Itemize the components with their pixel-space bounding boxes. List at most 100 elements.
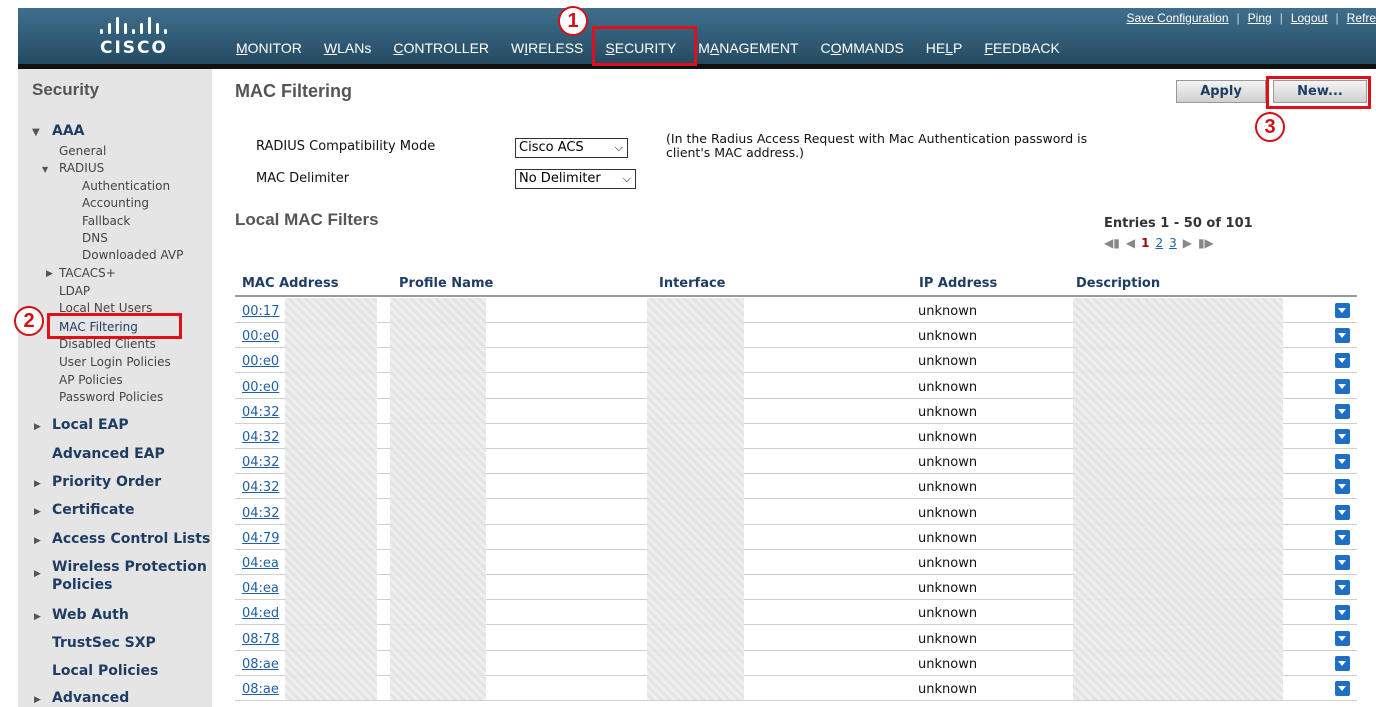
prev-page-icon: ◀ bbox=[1125, 236, 1136, 250]
top-header: CISCO MONITOR WLANs CONTROLLER WIRELESS SECU… bbox=[18, 8, 1376, 64]
mac-address-link[interactable]: 00:e0 bbox=[242, 354, 279, 369]
nav-item-commands[interactable]: COMMANDS bbox=[821, 38, 904, 58]
mac-address-link[interactable]: 04:32 bbox=[242, 405, 279, 420]
mac-address-link[interactable]: 08:ae bbox=[242, 682, 279, 697]
expand-down-icon: ▼ bbox=[42, 165, 49, 174]
sidebar-item-web-auth[interactable]: Web Auth bbox=[52, 607, 129, 623]
sidebar-title: Security bbox=[32, 80, 100, 99]
sidebar-item-trustsec-sxp[interactable]: TrustSec SXP bbox=[52, 635, 156, 651]
sidebar-item-authentication[interactable]: Authentication bbox=[82, 179, 170, 193]
nav-item-controller[interactable]: CONTROLLER bbox=[393, 38, 489, 58]
sidebar-item-general[interactable]: General bbox=[59, 144, 106, 158]
nav-item-wireless[interactable]: WIRELESS bbox=[511, 38, 583, 58]
sidebar-item-dns[interactable]: DNS bbox=[82, 231, 108, 245]
sidebar-item-accounting[interactable]: Accounting bbox=[82, 196, 149, 210]
row-dropdown-icon[interactable] bbox=[1335, 328, 1350, 344]
mac-address-link[interactable]: 04:32 bbox=[242, 480, 279, 495]
row-dropdown-icon[interactable] bbox=[1335, 303, 1350, 318]
row-dropdown-icon[interactable] bbox=[1335, 353, 1350, 369]
sidebar-item-advanced-eap[interactable]: Advanced EAP bbox=[52, 446, 165, 462]
sidebar-item-user-login-policies[interactable]: User Login Policies bbox=[59, 355, 171, 369]
row-dropdown-icon[interactable] bbox=[1335, 429, 1350, 444]
apply-button[interactable]: Apply bbox=[1176, 80, 1266, 103]
logout-link[interactable]: Logout bbox=[1291, 11, 1328, 25]
sidebar-item-radius[interactable]: RADIUS bbox=[59, 161, 104, 175]
section-title: Local MAC Filters bbox=[235, 210, 379, 229]
mac-address-link[interactable]: 08:ae bbox=[242, 657, 279, 672]
nav-item-wlans[interactable]: WLANs bbox=[324, 38, 371, 58]
expand-right-icon: ▶ bbox=[46, 269, 53, 279]
page-2-link[interactable]: 2 bbox=[1155, 236, 1163, 250]
sidebar: Security ▼ AAA General ▼ RADIUS Authenti… bbox=[18, 69, 212, 707]
sidebar-item-aaa[interactable]: AAA bbox=[52, 123, 85, 139]
chevron-down-icon: ⌵ bbox=[614, 141, 623, 154]
sidebar-item-password-policies[interactable]: Password Policies bbox=[59, 390, 163, 404]
header-divider bbox=[18, 64, 1376, 69]
refresh-link[interactable]: Refre bbox=[1347, 11, 1376, 25]
sidebar-item-local-policies[interactable]: Local Policies bbox=[52, 663, 158, 679]
nav-item-feedback[interactable]: FEEDBACK bbox=[984, 38, 1059, 58]
sidebar-item-advanced[interactable]: Advanced bbox=[52, 690, 129, 706]
mac-address-link[interactable]: 04:ea bbox=[242, 556, 279, 571]
sidebar-item-fallback[interactable]: Fallback bbox=[82, 214, 130, 228]
row-dropdown-icon[interactable] bbox=[1335, 681, 1350, 696]
table-header-rule bbox=[235, 295, 1357, 297]
sidebar-item-disabled-clients[interactable]: Disabled Clients bbox=[59, 337, 156, 351]
next-page-icon[interactable]: ▶ bbox=[1183, 236, 1192, 250]
sidebar-item-ldap[interactable]: LDAP bbox=[59, 284, 90, 298]
column-interface: Interface bbox=[659, 276, 726, 291]
mac-address-link[interactable]: 08:78 bbox=[242, 632, 279, 647]
ip-address-cell: unknown bbox=[918, 556, 978, 571]
sidebar-item-downloaded-avp[interactable]: Downloaded AVP bbox=[82, 248, 183, 262]
row-dropdown-icon[interactable] bbox=[1335, 605, 1350, 621]
row-dropdown-icon[interactable] bbox=[1335, 504, 1350, 520]
sidebar-item-local-eap[interactable]: Local EAP bbox=[52, 417, 129, 433]
mac-address-link[interactable]: 00:e0 bbox=[242, 380, 279, 395]
row-dropdown-icon[interactable] bbox=[1335, 454, 1350, 470]
row-dropdown-icon[interactable] bbox=[1335, 403, 1350, 419]
sidebar-item-certificate[interactable]: Certificate bbox=[52, 502, 134, 518]
nav-item-monitor[interactable]: MONITOR bbox=[236, 38, 302, 58]
mac-delimiter-select[interactable]: No Delimiter ⌵ bbox=[515, 169, 636, 189]
radius-mode-label: RADIUS Compatibility Mode bbox=[256, 139, 436, 154]
nav-item-help[interactable]: HELP bbox=[926, 38, 963, 58]
ping-link[interactable]: Ping bbox=[1248, 11, 1272, 25]
sidebar-item-priority-order[interactable]: Priority Order bbox=[52, 474, 161, 490]
mac-address-link[interactable]: 04:32 bbox=[242, 430, 279, 445]
sidebar-item-wireless-protection-policies[interactable]: Policies bbox=[52, 577, 112, 593]
mac-address-link[interactable]: 04:32 bbox=[242, 455, 279, 470]
first-page-icon: ◀▮ bbox=[1104, 236, 1120, 250]
save-configuration-link[interactable]: Save Configuration bbox=[1126, 11, 1228, 25]
mac-address-link[interactable]: 04:ea bbox=[242, 581, 279, 596]
ip-address-cell: unknown bbox=[918, 581, 978, 597]
nav-item-management[interactable]: MANAGEMENT bbox=[698, 38, 798, 58]
mac-address-link[interactable]: 04:ed bbox=[242, 606, 279, 621]
last-page-icon[interactable]: ▮▶ bbox=[1198, 236, 1214, 250]
sidebar-item-wireless-protection[interactable]: Wireless Protection bbox=[52, 559, 207, 575]
mac-address-link[interactable]: 04:32 bbox=[242, 506, 279, 521]
mac-address-link[interactable]: 04:79 bbox=[242, 531, 279, 546]
row-dropdown-icon[interactable] bbox=[1335, 555, 1350, 570]
mac-address-link[interactable]: 00:17 bbox=[242, 304, 279, 319]
row-dropdown-icon[interactable] bbox=[1335, 580, 1350, 596]
ip-address-cell: unknown bbox=[918, 631, 978, 647]
ip-address-cell: unknown bbox=[918, 530, 978, 546]
radius-mode-select[interactable]: Cisco ACS ⌵ bbox=[515, 138, 628, 158]
sidebar-item-ap-policies[interactable]: AP Policies bbox=[59, 373, 123, 387]
ip-address-cell: unknown bbox=[918, 656, 978, 672]
row-dropdown-icon[interactable] bbox=[1335, 378, 1350, 394]
sidebar-item-tacacs[interactable]: TACACS+ bbox=[59, 266, 116, 280]
callout-3: 3 bbox=[1255, 112, 1285, 142]
page-3-link[interactable]: 3 bbox=[1169, 236, 1177, 250]
sidebar-item-access-control-lists[interactable]: Access Control Lists bbox=[52, 531, 210, 547]
row-dropdown-icon[interactable] bbox=[1335, 479, 1350, 495]
row-dropdown-icon[interactable] bbox=[1335, 630, 1350, 646]
mac-address-link[interactable]: 00:e0 bbox=[242, 329, 279, 344]
row-dropdown-icon[interactable] bbox=[1335, 529, 1350, 545]
expand-right-icon: ▶ bbox=[34, 507, 41, 517]
mac-filtering-highlight-box bbox=[47, 313, 182, 339]
row-dropdown-icon[interactable] bbox=[1335, 655, 1350, 671]
column-description: Description bbox=[1076, 276, 1161, 291]
redacted-mac-cell bbox=[285, 298, 377, 700]
expand-right-icon: ▶ bbox=[34, 479, 41, 489]
